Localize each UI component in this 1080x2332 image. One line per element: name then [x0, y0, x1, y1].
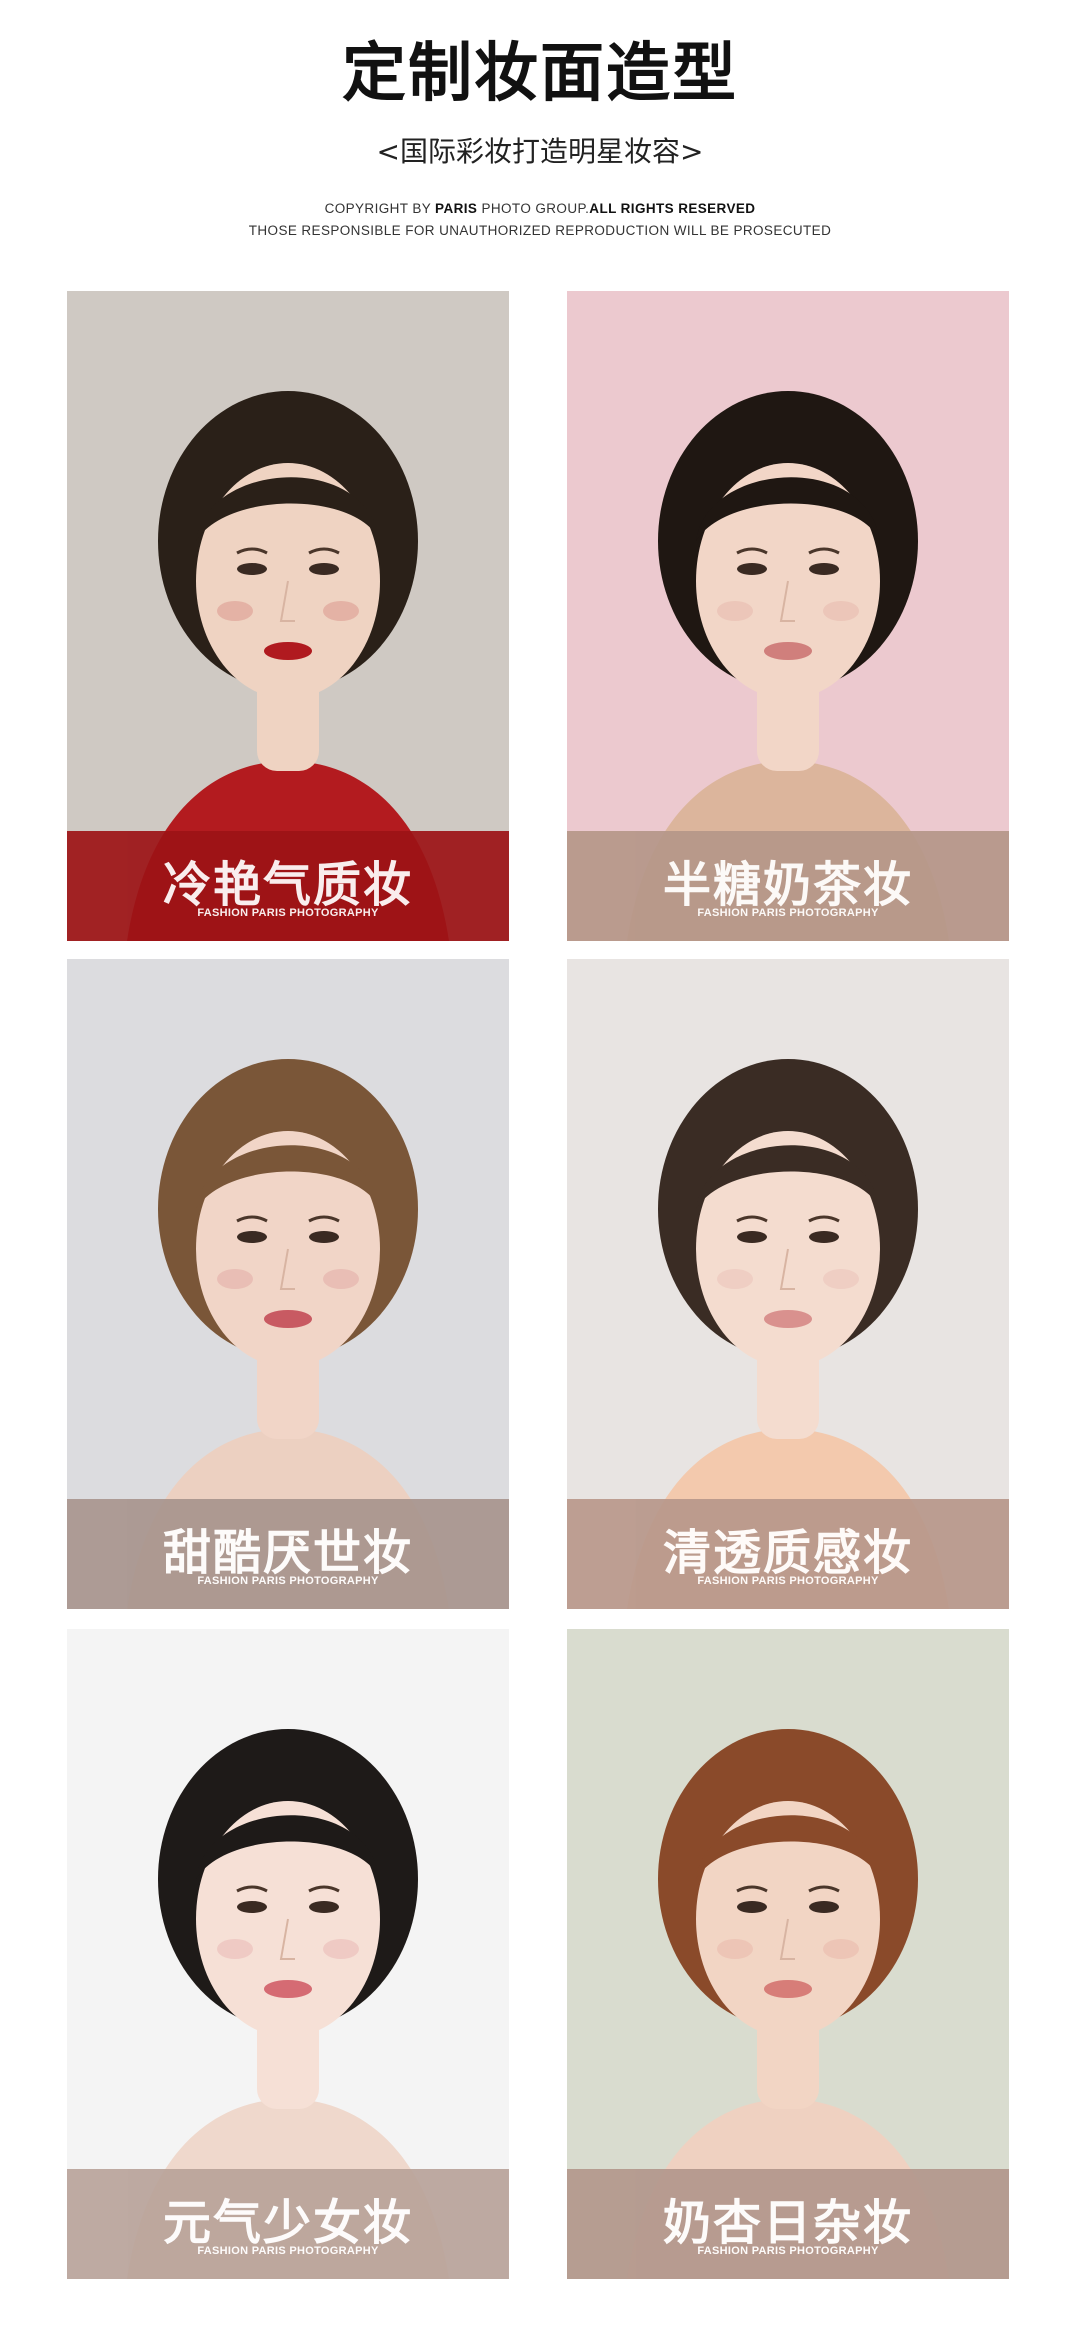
card-subtitle: FASHION PARIS PHOTOGRAPHY [697, 907, 879, 919]
card-title: 甜酷厌世妆 [162, 1525, 413, 1581]
makeup-card[interactable]: 清透质感妆 FASHION PARIS PHOTOGRAPHY [567, 959, 1009, 1609]
caption-band: 冷艳气质妆 FASHION PARIS PHOTOGRAPHY [67, 831, 509, 941]
card-subtitle: FASHION PARIS PHOTOGRAPHY [697, 2245, 879, 2257]
page-header: 定制妆面造型 <国际彩妆打造明星妆容> COPYRIGHT BY PARIS P… [0, 0, 1080, 270]
copyright-reserved: ALL RIGHTS RESERVED [589, 201, 756, 216]
copyright-line-2: THOSE RESPONSIBLE FOR UNAUTHORIZED REPRO… [248, 223, 832, 238]
card-subtitle: FASHION PARIS PHOTOGRAPHY [197, 907, 379, 919]
card-title: 半糖奶茶妆 [662, 857, 913, 913]
card-title: 奶杏日杂妆 [662, 2195, 913, 2251]
card-title: 清透质感妆 [662, 1525, 913, 1581]
card-subtitle: FASHION PARIS PHOTOGRAPHY [197, 1575, 379, 1587]
makeup-card[interactable]: 元气少女妆 FASHION PARIS PHOTOGRAPHY [67, 1629, 509, 2279]
caption-band: 半糖奶茶妆 FASHION PARIS PHOTOGRAPHY [567, 831, 1009, 941]
page-title: 定制妆面造型 [342, 37, 738, 111]
makeup-card[interactable]: 冷艳气质妆 FASHION PARIS PHOTOGRAPHY [67, 291, 509, 941]
caption-band: 奶杏日杂妆 FASHION PARIS PHOTOGRAPHY [567, 2169, 1009, 2279]
caption-band: 元气少女妆 FASHION PARIS PHOTOGRAPHY [67, 2169, 509, 2279]
makeup-card[interactable]: 甜酷厌世妆 FASHION PARIS PHOTOGRAPHY [67, 959, 509, 1609]
card-title: 冷艳气质妆 [162, 857, 413, 913]
caption-band: 甜酷厌世妆 FASHION PARIS PHOTOGRAPHY [67, 1499, 509, 1609]
copyright-brand: PARIS [435, 201, 478, 216]
makeup-card[interactable]: 半糖奶茶妆 FASHION PARIS PHOTOGRAPHY [567, 291, 1009, 941]
card-title: 元气少女妆 [162, 2195, 413, 2251]
copyright-prefix: COPYRIGHT BY [324, 201, 436, 216]
copyright-line-1: COPYRIGHT BY PARIS PHOTO GROUP.ALL RIGHT… [0, 201, 1080, 216]
copyright-middle: PHOTO GROUP. [477, 201, 590, 216]
caption-band: 清透质感妆 FASHION PARIS PHOTOGRAPHY [567, 1499, 1009, 1609]
card-subtitle: FASHION PARIS PHOTOGRAPHY [697, 1575, 879, 1587]
page-subtitle: <国际彩妆打造明星妆容> [376, 135, 704, 168]
card-subtitle: FASHION PARIS PHOTOGRAPHY [197, 2245, 379, 2257]
makeup-card[interactable]: 奶杏日杂妆 FASHION PARIS PHOTOGRAPHY [567, 1629, 1009, 2279]
